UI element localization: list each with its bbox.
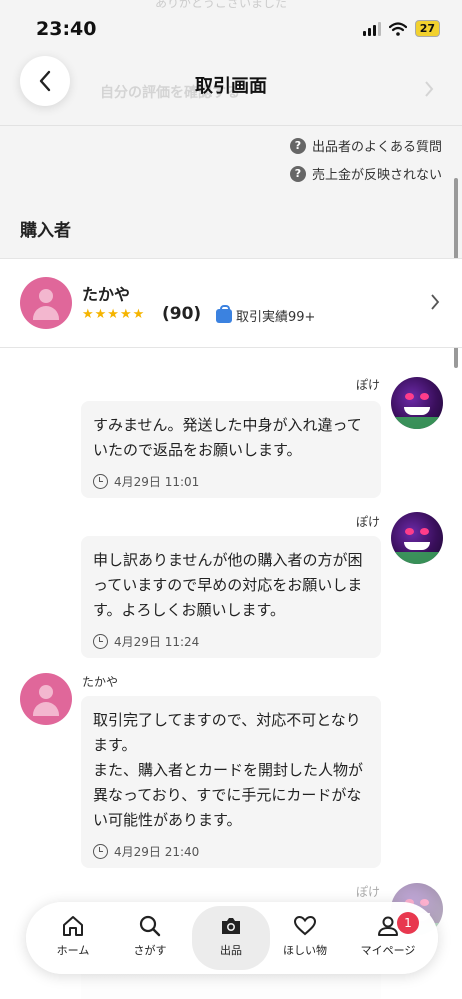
page-title: 取引画面	[195, 76, 267, 97]
clock-icon	[93, 844, 108, 859]
heart-icon	[293, 915, 317, 936]
help-link-label: 売上金が反映されない	[311, 168, 442, 183]
tab-label: ホーム	[56, 944, 90, 957]
battery-indicator: 27	[414, 20, 440, 37]
message-sender: ぽけ	[355, 515, 380, 529]
sender-avatar[interactable]	[391, 377, 443, 429]
tab-mypage[interactable]: マイページ 1	[349, 912, 427, 958]
help-area: ? 出品者のよくある質問 ? 売上金が反映されない 購入者	[0, 126, 462, 258]
tab-label: マイページ	[360, 944, 416, 957]
status-icons: 27	[362, 20, 440, 37]
message-time-label: 4月29日 11:01	[114, 475, 200, 489]
message-sender: たかや	[82, 675, 119, 689]
shopping-bag-icon	[216, 304, 232, 323]
buyer-avatar	[20, 277, 72, 329]
tab-label: 出品	[220, 944, 242, 957]
signal-icon	[362, 21, 381, 36]
chevron-right-icon	[431, 294, 440, 310]
message-sender: ぽけ	[355, 378, 380, 392]
tab-sell[interactable]: 出品	[192, 906, 270, 970]
header: 自分の評価を確認する 取引画面	[0, 56, 462, 126]
question-icon: ?	[289, 137, 306, 154]
sender-avatar[interactable]	[391, 512, 443, 564]
trade-badge: 取引実績99+	[216, 304, 316, 325]
help-link-seller-faq[interactable]: ? 出品者のよくある質問	[289, 136, 442, 155]
message-bubble: すみません。発送した中身が入れ違っていたので返品をお願いします。 4月29日 1…	[81, 401, 381, 498]
help-link-sales-not-reflected[interactable]: ? 売上金が反映されない	[289, 164, 442, 183]
message-time: 4月29日 11:01	[93, 473, 369, 490]
question-icon: ?	[289, 165, 306, 182]
message-bubble: 取引完了してますので、対応不可となります。 また、購入者とカードを開封した人物が…	[81, 696, 381, 868]
faded-top-text: ありがとうございました	[155, 0, 288, 10]
tab-bar: ホーム さがす 出品 ほしい物 マイページ 1	[26, 902, 438, 974]
tab-home[interactable]: ホーム	[38, 914, 108, 958]
clock-icon	[93, 634, 108, 649]
clock-icon	[93, 474, 108, 489]
tab-search[interactable]: さがす	[115, 914, 185, 958]
message-bubble: 申し訳ありませんが他の購入者の方が困っていますので早めの対応をお願いします。よろ…	[81, 536, 381, 658]
person-icon	[378, 916, 398, 936]
message-text: すみません。発送した中身が入れ違っていたので返品をお願いします。	[93, 416, 362, 459]
trade-badge-label: 取引実績99+	[236, 310, 316, 325]
buyer-row[interactable]: たかや ★★★★★ (90) 取引実績99+	[0, 258, 462, 348]
rating-stars-icon: ★★★★★	[82, 307, 146, 322]
buyer-name: たかや	[82, 285, 131, 304]
message-time-label: 4月29日 11:24	[114, 635, 200, 649]
search-icon	[139, 915, 161, 937]
tab-wishlist[interactable]: ほしい物	[270, 914, 340, 958]
tab-label: ほしい物	[283, 944, 327, 957]
tab-label: さがす	[133, 944, 167, 957]
message-text: 申し訳ありませんが他の購入者の方が困っていますので早めの対応をお願いします。よろ…	[93, 551, 363, 619]
wifi-icon	[388, 21, 407, 36]
home-icon	[63, 916, 83, 936]
rating-count: (90)	[162, 304, 202, 324]
status-bar: ありがとうございました 23:40 27	[0, 0, 462, 58]
status-time: 23:40	[36, 18, 97, 40]
section-title: 購入者	[20, 221, 71, 241]
help-link-label: 出品者のよくある質問	[311, 140, 442, 155]
message-time: 4月29日 11:24	[93, 633, 369, 650]
buyer-avatar[interactable]	[20, 673, 72, 725]
camera-icon	[222, 918, 240, 934]
message-text: 取引完了してますので、対応不可となります。 また、購入者とカードを開封した人物が…	[93, 711, 364, 829]
notification-badge: 1	[397, 912, 419, 934]
message-time-label: 4月29日 21:40	[114, 845, 200, 859]
message-time: 4月29日 21:40	[93, 843, 369, 860]
